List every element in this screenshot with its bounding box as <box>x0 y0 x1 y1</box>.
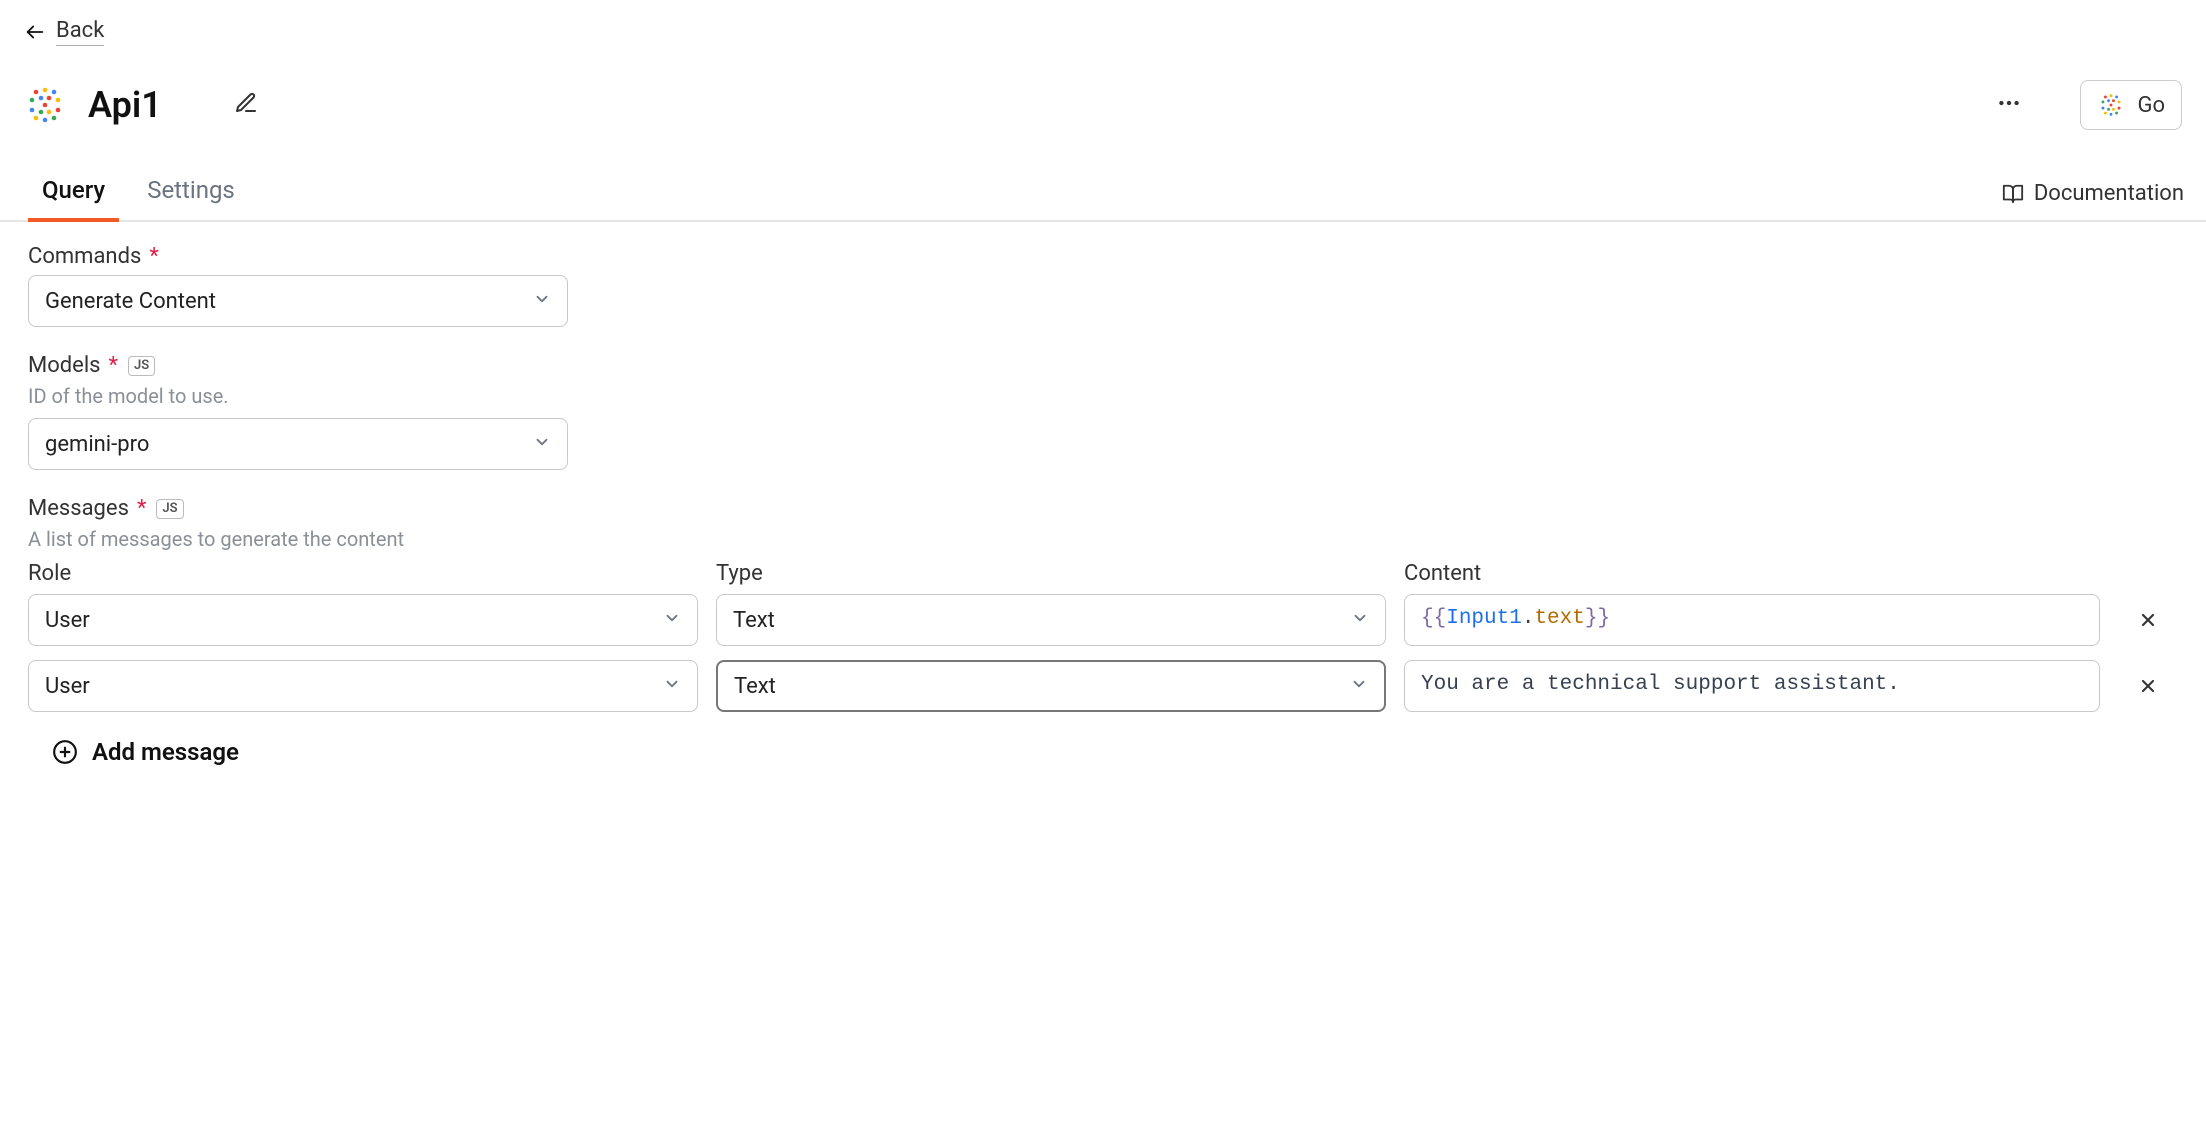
models-select[interactable]: gemini-pro <box>28 418 568 470</box>
provider-logo-icon <box>2097 91 2125 119</box>
column-role-header: Role <box>28 561 698 594</box>
add-message-label: Add message <box>92 738 239 766</box>
message-row: User Text You are a technical support as… <box>28 660 2178 712</box>
role-select[interactable]: User <box>28 594 698 646</box>
chevron-down-icon <box>533 289 551 314</box>
models-selected-value: gemini-pro <box>45 432 149 457</box>
provider-label: Go <box>2137 93 2165 118</box>
api-title: Api1 <box>88 84 162 126</box>
js-badge-icon: JS <box>128 356 155 376</box>
add-message-button[interactable]: Add message <box>52 738 2178 766</box>
back-arrow-icon[interactable] <box>24 21 46 43</box>
chevron-down-icon <box>663 608 681 633</box>
provider-selector-button[interactable]: Go <box>2080 80 2182 130</box>
column-type-header: Type <box>716 561 1386 594</box>
type-value: Text <box>734 674 776 699</box>
delete-row-button[interactable] <box>2118 594 2178 646</box>
type-select[interactable]: Text <box>716 660 1386 712</box>
plus-circle-icon <box>52 739 78 765</box>
chevron-down-icon <box>1350 674 1368 699</box>
models-label: Models* JS <box>28 353 2178 378</box>
delete-row-button[interactable] <box>2118 660 2178 712</box>
messages-label: Messages* JS <box>28 496 2178 521</box>
commands-select[interactable]: Generate Content <box>28 275 568 327</box>
type-value: Text <box>733 608 775 633</box>
type-select[interactable]: Text <box>716 594 1386 646</box>
chevron-down-icon <box>533 432 551 457</box>
tab-query[interactable]: Query <box>28 162 119 222</box>
chevron-down-icon <box>663 674 681 699</box>
role-value: User <box>45 608 90 633</box>
datasource-logo-icon <box>24 84 66 126</box>
documentation-link[interactable]: Documentation <box>2002 181 2206 220</box>
commands-selected-value: Generate Content <box>45 289 216 314</box>
edit-name-button[interactable] <box>234 91 258 119</box>
messages-help-text: A list of messages to generate the conte… <box>28 527 2178 551</box>
documentation-label: Documentation <box>2034 181 2184 206</box>
content-input[interactable]: {{Input1.text}} <box>1404 594 2100 646</box>
back-link[interactable]: Back <box>56 18 104 46</box>
more-menu-button[interactable] <box>1988 82 2030 128</box>
tab-settings[interactable]: Settings <box>137 162 255 220</box>
book-icon <box>2002 183 2024 205</box>
models-help-text: ID of the model to use. <box>28 384 2178 408</box>
message-row: User Text {{Input1.text}} <box>28 594 2178 646</box>
content-input[interactable]: You are a technical support assistant. <box>1404 660 2100 712</box>
commands-label: Commands* <box>28 244 2178 269</box>
js-badge-icon: JS <box>156 499 183 519</box>
role-select[interactable]: User <box>28 660 698 712</box>
chevron-down-icon <box>1351 608 1369 633</box>
role-value: User <box>45 674 90 699</box>
column-content-header: Content <box>1404 561 2100 594</box>
